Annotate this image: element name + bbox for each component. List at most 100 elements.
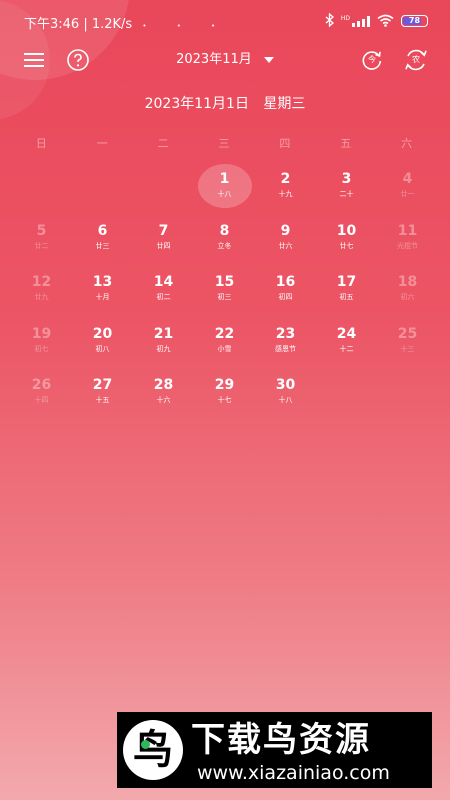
- lunar-date: 十四: [34, 396, 49, 404]
- wifi-icon: [377, 12, 394, 31]
- day-cell[interactable]: 5 廿二: [11, 214, 72, 266]
- lunar-date: 十月: [95, 293, 110, 301]
- day-cell[interactable]: 14 初二: [133, 265, 194, 317]
- day-cell[interactable]: 9 廿六: [255, 214, 316, 266]
- lunar-date: 二十: [339, 190, 354, 198]
- lunar-date: 廿七: [339, 241, 354, 250]
- day-cell[interactable]: 26 十四: [11, 368, 72, 420]
- day-cell[interactable]: 20 初八: [72, 317, 133, 369]
- lunar-switch-label: 农: [412, 55, 420, 64]
- signal-icon: HD: [340, 14, 370, 27]
- lunar-date: 廿二: [34, 241, 49, 250]
- lunar-date: 初七: [34, 344, 49, 353]
- status-time-speed: 下午3:46 | 1.2K/s: [24, 17, 133, 32]
- day-cell[interactable]: 11 光棍节: [377, 214, 438, 266]
- day-cell-selected[interactable]: 1 十八: [194, 162, 255, 214]
- day-cell[interactable]: 12 廿九: [11, 265, 72, 317]
- day-number: 22: [214, 325, 235, 342]
- day-cell[interactable]: 13 十月: [72, 265, 133, 317]
- day-cell[interactable]: 16 初四: [255, 265, 316, 317]
- lunar-date: 初二: [156, 293, 171, 301]
- day-number: 7: [158, 222, 169, 239]
- day-cell[interactable]: 23 感恩节: [255, 317, 316, 369]
- weekday-label: 四: [279, 137, 291, 150]
- day-number: 15: [214, 274, 235, 290]
- lunar-switch-button[interactable]: 农: [402, 46, 430, 74]
- lunar-date: 初九: [156, 344, 171, 353]
- notification-dots: • • •: [142, 22, 230, 30]
- status-left: 下午3:46 | 1.2K/s • • •: [24, 13, 229, 32]
- day-cell[interactable]: 28 十六: [133, 368, 194, 420]
- day-cell-empty: [11, 162, 72, 214]
- day-number: 5: [36, 222, 47, 239]
- day-cell[interactable]: 7 廿四: [133, 214, 194, 266]
- lunar-date: 廿四: [156, 241, 171, 250]
- day-cell[interactable]: 29 十七: [194, 368, 255, 420]
- lunar-date: 初四: [278, 293, 293, 301]
- day-number: 18: [397, 274, 418, 290]
- today-button[interactable]: 今: [358, 46, 386, 74]
- day-cell-empty: [133, 162, 194, 214]
- day-number: 16: [275, 274, 296, 290]
- day-cell[interactable]: 18 初六: [377, 265, 438, 317]
- lunar-date: 十三: [400, 344, 415, 353]
- day-number: 3: [341, 171, 352, 187]
- watermark-logo-dot: [141, 740, 150, 749]
- weekday-label: 六: [401, 137, 413, 150]
- day-cell[interactable]: 6 廿三: [72, 214, 133, 266]
- day-number: 9: [280, 222, 291, 239]
- day-cell[interactable]: 21 初九: [133, 317, 194, 369]
- watermark-url: www.xiazainiao.com: [197, 762, 390, 784]
- watermark-logo: 鸟: [123, 720, 183, 780]
- day-number: 4: [402, 171, 413, 187]
- day-number: 8: [219, 222, 230, 239]
- battery-icon: 78: [401, 15, 428, 27]
- day-number: 21: [153, 325, 174, 342]
- day-number: 30: [275, 377, 296, 393]
- day-cell[interactable]: 27 十五: [72, 368, 133, 420]
- lunar-date: 十二: [339, 344, 354, 353]
- day-number: 20: [92, 325, 113, 342]
- lunar-date: 十八: [278, 396, 293, 404]
- day-number: 19: [31, 325, 52, 342]
- chevron-down-icon: [263, 56, 274, 63]
- lunar-date: 初六: [400, 293, 415, 301]
- day-number: 23: [275, 325, 296, 342]
- day-cell[interactable]: 15 初三: [194, 265, 255, 317]
- calendar-grid: 1 十八 2 十九 3 二十 4 廿一 5 廿二 6 廿三 7 廿四 8 立冬 9 廿六 10 廿七 11 光棍节 12 廿九…: [11, 162, 437, 420]
- day-number: 14: [153, 274, 174, 290]
- watermark-banner: 鸟 下载鸟资源 www.xiazainiao.com: [117, 712, 432, 788]
- lunar-date: 初三: [217, 293, 232, 301]
- status-right: HD 78: [325, 12, 428, 30]
- hd-label: HD: [340, 14, 350, 22]
- lunar-date: 十九: [278, 190, 293, 198]
- day-cell[interactable]: 4 廿一: [377, 162, 438, 214]
- weekday-header: 日一二三四五六: [11, 135, 437, 151]
- lunar-date: 初八: [95, 344, 110, 353]
- day-number: 13: [92, 274, 113, 290]
- day-number: 24: [336, 325, 357, 342]
- lunar-date: 廿三: [95, 241, 110, 250]
- day-cell-empty: [72, 162, 133, 214]
- day-number: 17: [336, 274, 357, 290]
- day-cell[interactable]: 25 十三: [377, 317, 438, 369]
- day-cell[interactable]: 19 初七: [11, 317, 72, 369]
- day-cell[interactable]: 8 立冬: [194, 214, 255, 266]
- weekday-label: 三: [218, 137, 230, 150]
- battery-level: 78: [408, 16, 421, 25]
- app-header: 2023年11月 今 农: [0, 42, 450, 78]
- day-cell[interactable]: 17 初五: [316, 265, 377, 317]
- day-cell[interactable]: 22 小雪: [194, 317, 255, 369]
- day-cell[interactable]: 3 二十: [316, 162, 377, 214]
- weekday-label: 五: [340, 137, 352, 150]
- day-number: 26: [31, 377, 52, 393]
- day-cell[interactable]: 10 廿七: [316, 214, 377, 266]
- month-label: 2023年11月: [176, 52, 252, 67]
- day-number: 29: [214, 377, 235, 393]
- day-number: 1: [219, 171, 230, 187]
- day-cell[interactable]: 2 十九: [255, 162, 316, 214]
- day-cell[interactable]: 24 十二: [316, 317, 377, 369]
- day-number: 11: [397, 222, 418, 239]
- day-cell[interactable]: 30 十八: [255, 368, 316, 420]
- weekday-label: 日: [35, 137, 47, 150]
